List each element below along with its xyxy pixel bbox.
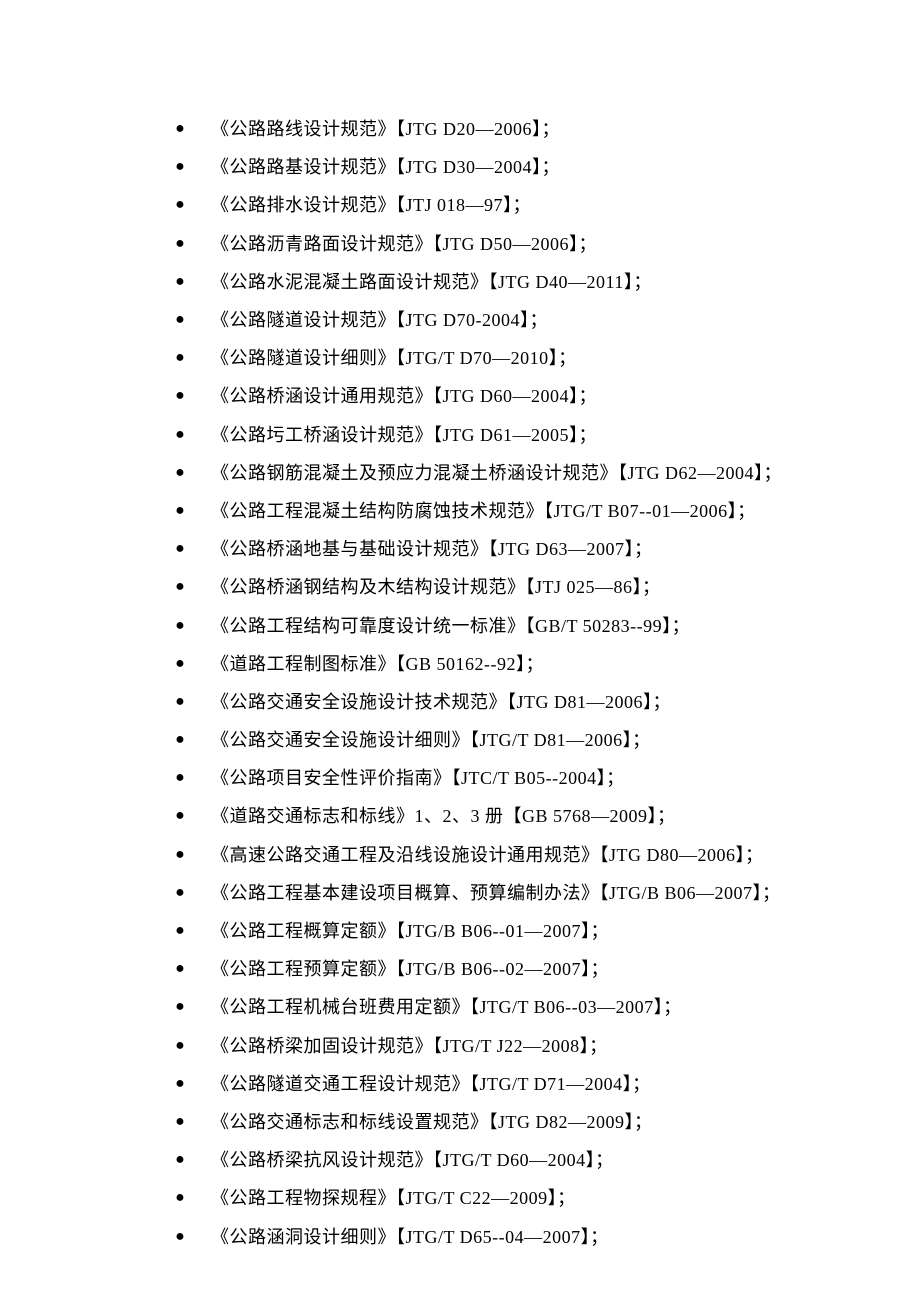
list-item-text: 《道路交通标志和标线》1、2、3 册【GB 5768—2009】；	[211, 807, 676, 825]
list-item-text: 《公路沥青路面设计规范》【JTG D50—2006】；	[211, 235, 597, 253]
list-item: ● 《公路桥涵钢结构及木结构设计规范》【JTJ 025—86】；	[173, 568, 920, 606]
bullet-icon: ●	[173, 159, 187, 175]
list-item-text: 《公路路线设计规范》【JTG D20—2006】；	[211, 120, 560, 138]
list-item: ● 《公路桥梁抗风设计规范》【JTG/T D60—2004】；	[173, 1141, 920, 1179]
list-item: ● 《公路交通安全设施设计技术规范》【JTG D81—2006】；	[173, 683, 920, 721]
bullet-icon: ●	[173, 1114, 187, 1130]
bullet-icon: ●	[173, 1152, 187, 1168]
bullet-icon: ●	[173, 1190, 187, 1206]
list-item-text: 《公路桥涵钢结构及木结构设计规范》【JTJ 025—86】；	[211, 578, 661, 596]
list-item-text: 《公路排水设计规范》【JTJ 018—97】；	[211, 196, 531, 214]
list-item-text: 《公路桥梁加固设计规范》【JTG/T J22—2008】；	[211, 1037, 608, 1055]
list-item: ● 《公路桥梁加固设计规范》【JTG/T J22—2008】；	[173, 1027, 920, 1065]
list-item: ● 《公路隧道设计规范》【JTG D70-2004】；	[173, 301, 920, 339]
list-item-text: 《公路交通安全设施设计技术规范》【JTG D81—2006】；	[211, 693, 671, 711]
bullet-icon: ●	[173, 656, 187, 672]
bullet-icon: ●	[173, 388, 187, 404]
list-item: ● 《公路工程机械台班费用定额》【JTG/T B06--03—2007】；	[173, 988, 920, 1026]
list-item: ● 《道路工程制图标准》【GB 50162--92】；	[173, 645, 920, 683]
bullet-icon: ●	[173, 503, 187, 519]
bullet-icon: ●	[173, 694, 187, 710]
bullet-icon: ●	[173, 847, 187, 863]
bullet-icon: ●	[173, 885, 187, 901]
bullet-icon: ●	[173, 579, 187, 595]
list-item-text: 《公路工程基本建设项目概算、预算编制办法》【JTG/B B06—2007】；	[211, 884, 781, 902]
list-item: ● 《公路水泥混凝土路面设计规范》【JTG D40—2011】；	[173, 263, 920, 301]
bullet-icon: ●	[173, 312, 187, 328]
standards-list: ● 《公路路线设计规范》【JTG D20—2006】； ● 《公路路基设计规范》【JT…	[0, 110, 920, 1256]
list-item: ● 《公路工程基本建设项目概算、预算编制办法》【JTG/B B06—2007】；	[173, 874, 920, 912]
list-item-text: 《公路交通安全设施设计细则》【JTG/T D81—2006】；	[211, 731, 651, 749]
list-item: ● 《公路工程混凝土结构防腐蚀技术规范》【JTG/T B07--01—2006】；	[173, 492, 920, 530]
list-item-text: 《公路工程机械台班费用定额》【JTG/T B06--03—2007】；	[211, 998, 682, 1016]
list-item-text: 《公路工程预算定额》【JTG/B B06--02—2007】；	[211, 960, 609, 978]
list-item: ● 《公路隧道交通工程设计规范》【JTG/T D71—2004】；	[173, 1065, 920, 1103]
list-item-text: 《公路交通标志和标线设置规范》【JTG D82—2009】；	[211, 1113, 653, 1131]
bullet-icon: ●	[173, 808, 187, 824]
list-item-text: 《公路项目安全性评价指南》【JTC/T B05--2004】；	[211, 769, 625, 787]
list-item: ● 《公路钢筋混凝土及预应力混凝土桥涵设计规范》【JTG D62—2004】；	[173, 454, 920, 492]
list-item: ● 《公路圬工桥涵设计规范》【JTG D61—2005】；	[173, 416, 920, 454]
list-item-text: 《公路涵洞设计细则》【JTG/T D65--04—2007】；	[211, 1228, 609, 1246]
list-item-text: 《公路桥涵设计通用规范》【JTG D60—2004】；	[211, 387, 597, 405]
bullet-icon: ●	[173, 1229, 187, 1245]
bullet-icon: ●	[173, 350, 187, 366]
list-item: ● 《公路路基设计规范》【JTG D30—2004】；	[173, 148, 920, 186]
bullet-icon: ●	[173, 465, 187, 481]
list-item: ● 《公路路线设计规范》【JTG D20—2006】；	[173, 110, 920, 148]
bullet-icon: ●	[173, 1076, 187, 1092]
bullet-icon: ●	[173, 923, 187, 939]
bullet-icon: ●	[173, 121, 187, 137]
list-item: ● 《公路工程物探规程》【JTG/T C22—2009】；	[173, 1179, 920, 1217]
bullet-icon: ●	[173, 1038, 187, 1054]
list-item-text: 《公路钢筋混凝土及预应力混凝土桥涵设计规范》【JTG D62—2004】；	[211, 464, 782, 482]
list-item: ● 《公路涵洞设计细则》【JTG/T D65--04—2007】；	[173, 1217, 920, 1255]
list-item-text: 《公路圬工桥涵设计规范》【JTG D61—2005】；	[211, 426, 597, 444]
list-item: ● 《公路隧道设计细则》【JTG/T D70—2010】；	[173, 339, 920, 377]
list-item-text: 《道路工程制图标准》【GB 50162--92】；	[211, 655, 544, 673]
bullet-icon: ●	[173, 274, 187, 290]
list-item-text: 《公路工程物探规程》【JTG/T C22—2009】；	[211, 1189, 576, 1207]
bullet-icon: ●	[173, 236, 187, 252]
bullet-icon: ●	[173, 427, 187, 443]
list-item: ● 《公路排水设计规范》【JTJ 018—97】；	[173, 186, 920, 224]
list-item-text: 《公路隧道设计规范》【JTG D70-2004】；	[211, 311, 548, 329]
document-page: ● 《公路路线设计规范》【JTG D20—2006】； ● 《公路路基设计规范》【JT…	[0, 0, 920, 1256]
list-item-text: 《公路工程概算定额》【JTG/B B06--01—2007】；	[211, 922, 609, 940]
list-item-text: 《高速公路交通工程及沿线设施设计通用规范》【JTG D80—2006】；	[211, 846, 764, 864]
list-item: ● 《公路桥涵地基与基础设计规范》【JTG D63—2007】；	[173, 530, 920, 568]
list-item: ● 《公路工程预算定额》【JTG/B B06--02—2007】；	[173, 950, 920, 988]
list-item: ● 《公路沥青路面设计规范》【JTG D50—2006】；	[173, 225, 920, 263]
list-item: ● 《高速公路交通工程及沿线设施设计通用规范》【JTG D80—2006】；	[173, 836, 920, 874]
bullet-icon: ●	[173, 999, 187, 1015]
bullet-icon: ●	[173, 541, 187, 557]
list-item-text: 《公路隧道交通工程设计规范》【JTG/T D71—2004】；	[211, 1075, 651, 1093]
list-item: ● 《公路工程结构可靠度设计统一标准》【GB/T 50283--99】；	[173, 606, 920, 644]
list-item-text: 《公路路基设计规范》【JTG D30—2004】；	[211, 158, 560, 176]
list-item-text: 《公路工程结构可靠度设计统一标准》【GB/T 50283--99】；	[211, 617, 690, 635]
list-item-text: 《公路桥涵地基与基础设计规范》【JTG D63—2007】；	[211, 540, 653, 558]
list-item: ● 《公路交通标志和标线设置规范》【JTG D82—2009】；	[173, 1103, 920, 1141]
list-item: ● 《公路桥涵设计通用规范》【JTG D60—2004】；	[173, 377, 920, 415]
list-item-text: 《公路工程混凝土结构防腐蚀技术规范》【JTG/T B07--01—2006】；	[211, 502, 756, 520]
list-item: ● 《公路项目安全性评价指南》【JTC/T B05--2004】；	[173, 759, 920, 797]
bullet-icon: ●	[173, 732, 187, 748]
list-item-text: 《公路隧道设计细则》【JTG/T D70—2010】；	[211, 349, 577, 367]
list-item-text: 《公路桥梁抗风设计规范》【JTG/T D60—2004】；	[211, 1151, 614, 1169]
list-item-text: 《公路水泥混凝土路面设计规范》【JTG D40—2011】；	[211, 273, 652, 291]
bullet-icon: ●	[173, 618, 187, 634]
list-item: ● 《公路工程概算定额》【JTG/B B06--01—2007】；	[173, 912, 920, 950]
list-item: ● 《道路交通标志和标线》1、2、3 册【GB 5768—2009】；	[173, 797, 920, 835]
list-item: ● 《公路交通安全设施设计细则》【JTG/T D81—2006】；	[173, 721, 920, 759]
bullet-icon: ●	[173, 961, 187, 977]
bullet-icon: ●	[173, 770, 187, 786]
bullet-icon: ●	[173, 197, 187, 213]
